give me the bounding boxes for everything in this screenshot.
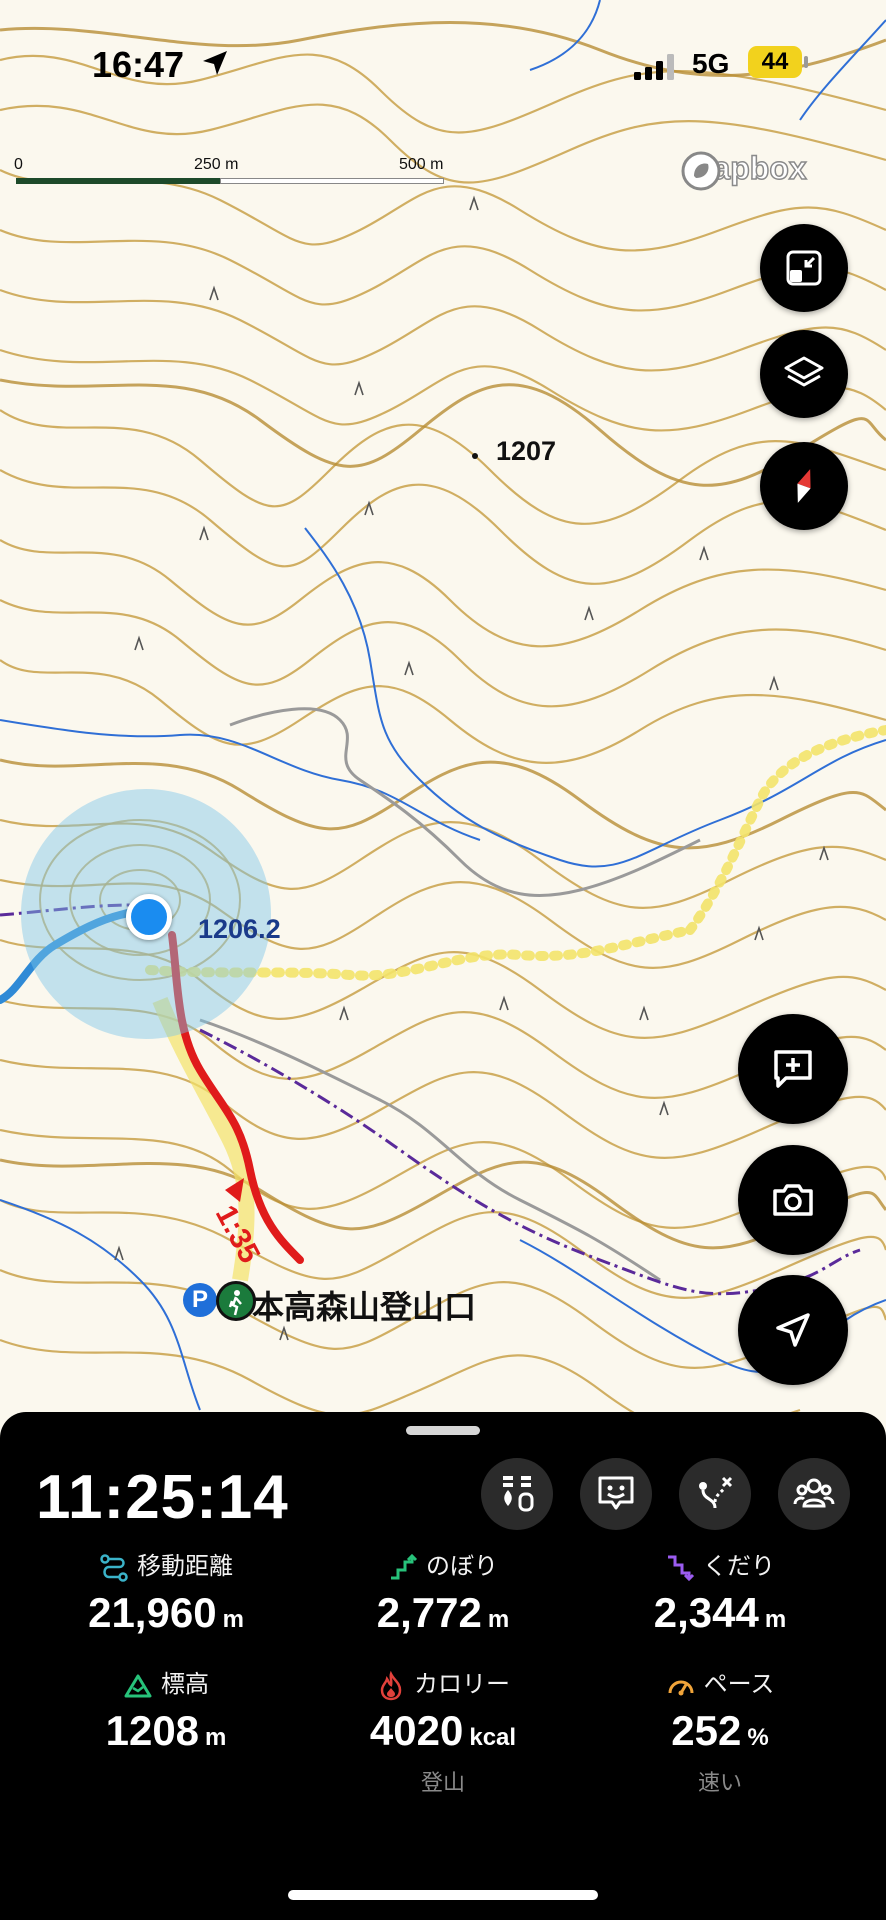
route-edit-button[interactable]: [679, 1458, 751, 1530]
stat-ascent: のぼり 2,772 m: [376, 1553, 510, 1636]
route-edit-icon: [699, 1476, 733, 1509]
layers-button[interactable]: [760, 330, 848, 418]
add-note-icon: [774, 1050, 812, 1088]
stat-sublabel: 登山: [420, 1769, 465, 1795]
stat-value: 1208: [105, 1706, 200, 1754]
elevation-label: 1207: [496, 436, 557, 466]
compass-button[interactable]: [760, 442, 848, 530]
trailhead-label[interactable]: 本高森山登山口: [252, 1282, 476, 1328]
stat-value: 2,772: [376, 1588, 482, 1636]
battery-level: 44: [748, 46, 802, 78]
camera-icon: [773, 1184, 813, 1216]
home-indicator[interactable]: [288, 1890, 598, 1900]
waypoint-tool-icon: [503, 1476, 534, 1512]
hiker-icon[interactable]: [216, 1281, 256, 1321]
network-type: 5G: [692, 48, 730, 79]
stat-value: 21,960: [88, 1588, 217, 1636]
group-icon: [793, 1478, 835, 1508]
compass-icon: [797, 469, 811, 503]
scale-label: 250 m: [194, 156, 239, 173]
stat-pace: ペース 252% 速い: [575, 1664, 865, 1797]
stat-value: 4020: [369, 1706, 464, 1754]
group-button[interactable]: [778, 1458, 850, 1530]
elapsed-time: 11:25:14: [36, 1463, 289, 1532]
minimize-icon: [786, 250, 822, 286]
cellular-signal-icon: [634, 54, 674, 80]
mapbox-mark-icon: [681, 151, 721, 191]
zoom-fit-button[interactable]: [760, 224, 848, 312]
stat-descent: くだり 2,344 m: [653, 1553, 787, 1636]
stat-altitude: 標高 1208 m: [105, 1671, 227, 1754]
scale-label: 0: [14, 156, 23, 173]
message-button[interactable]: [580, 1458, 652, 1530]
elevation-label: 1206.2: [198, 914, 281, 944]
navigation-arrow-icon: [776, 1313, 810, 1347]
add-note-button[interactable]: [738, 1014, 848, 1124]
flame-icon: [380, 1670, 402, 1700]
parking-icon[interactable]: P: [183, 1283, 217, 1317]
scale-bar: 0 250 m 500 m: [14, 156, 444, 196]
mountain-icon: [124, 1674, 152, 1698]
waypoint-tool-button[interactable]: [481, 1458, 553, 1530]
locate-button[interactable]: [738, 1275, 848, 1385]
descent-icon: [668, 1555, 695, 1581]
stat-value: 252: [671, 1706, 742, 1754]
distance-icon: [100, 1553, 128, 1582]
activity-panel[interactable]: 11:25:14 移動距離 21,960 m のぼり 2,772 m くだり 2,3…: [0, 1412, 886, 1920]
mapbox-logo: mapbox: [680, 149, 807, 191]
stat-distance: 移動距離 21,960 m: [88, 1553, 244, 1636]
speedometer-icon: [668, 1680, 694, 1696]
stat-calories: カロリー 4020 kcal 登山: [298, 1664, 588, 1797]
ascent-icon: [391, 1553, 418, 1580]
stat-value: 2,344: [653, 1588, 759, 1636]
status-bar: 16:47 5G 44: [0, 40, 886, 90]
status-time: 16:47: [92, 44, 185, 85]
drag-handle[interactable]: [406, 1426, 480, 1435]
layers-icon: [784, 356, 824, 387]
current-location-dot: [126, 894, 172, 940]
scale-label: 500 m: [399, 156, 444, 173]
message-icon: [598, 1476, 634, 1510]
camera-button[interactable]: [738, 1145, 848, 1255]
peak-marker: [472, 453, 478, 459]
stat-sublabel: 速い: [697, 1769, 742, 1795]
location-arrow-icon: [203, 51, 227, 75]
battery-icon: [804, 56, 808, 68]
